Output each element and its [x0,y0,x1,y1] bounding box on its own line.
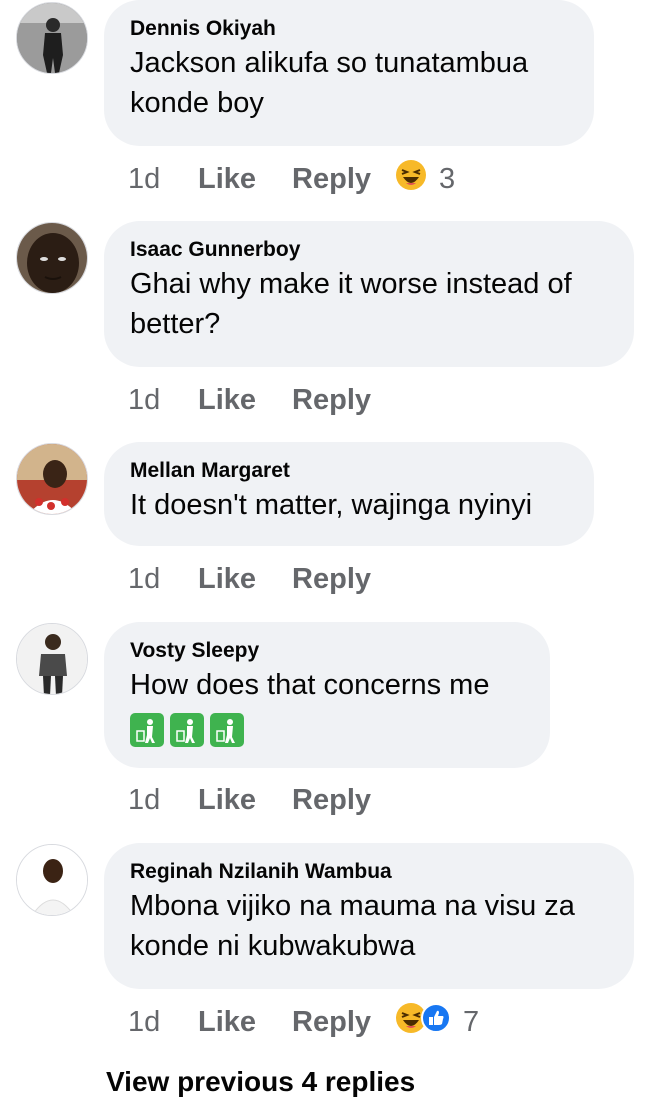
comment-actions: 1d Like Reply [128,559,407,599]
view-previous-replies-link[interactable]: View previous 4 replies [106,1066,415,1098]
like-button[interactable]: Like [198,163,256,196]
like-button[interactable]: Like [198,1006,256,1039]
comment-actions: 1d Like Reply [128,780,407,820]
emoji-row [130,713,524,752]
comment-time[interactable]: 1d [128,1006,198,1039]
like-thumb-icon [421,1003,452,1041]
comment-text: How does that concerns me [130,669,490,701]
comment-bubble: Reginah Nzilanih Wambua Mbona vijiko na … [104,843,634,989]
reaction-count: 3 [439,162,456,195]
comment-time[interactable]: 1d [128,784,198,817]
reply-button[interactable]: Reply [292,163,371,196]
comment-author[interactable]: Vosty Sleepy [130,637,524,665]
like-button[interactable]: Like [198,563,256,596]
comment-bubble: Vosty Sleepy How does that concerns me [104,622,550,768]
litter-bin-icon [210,713,244,752]
comment-actions: 1d Like Reply [128,1002,479,1042]
reply-button[interactable]: Reply [292,1006,371,1039]
comment-bubble: Dennis Okiyah Jackson alikufa so tunatam… [104,0,594,146]
reaction-count: 7 [463,1005,480,1038]
comment-bubble: Isaac Gunnerboy Ghai why make it worse i… [104,221,634,367]
comment-time[interactable]: 1d [128,384,198,417]
comment-bubble: Mellan Margaret It doesn't matter, wajin… [104,442,594,546]
comment-text: Ghai why make it worse instead of better… [130,268,572,340]
avatar[interactable] [16,2,88,74]
comment-text: Jackson alikufa so tunatambua konde boy [130,47,529,119]
comment-actions: 1d Like Reply [128,380,407,420]
reply-button[interactable]: Reply [292,563,371,596]
comment-time[interactable]: 1d [128,163,198,196]
comment-author[interactable]: Dennis Okiyah [130,15,568,43]
reaction-summary[interactable]: 3 [395,159,455,199]
reply-button[interactable]: Reply [292,784,371,817]
comment-author[interactable]: Mellan Margaret [130,457,568,485]
comment-author[interactable]: Reginah Nzilanih Wambua [130,858,608,886]
comment-text: It doesn't matter, wajinga nyinyi [130,489,533,521]
avatar[interactable] [16,623,88,695]
comment-author[interactable]: Isaac Gunnerboy [130,236,608,264]
litter-bin-icon [130,713,164,752]
like-button[interactable]: Like [198,784,256,817]
comment-thread: Dennis Okiyah Jackson alikufa so tunatam… [0,0,672,1120]
litter-bin-icon [170,713,204,752]
avatar[interactable] [16,443,88,515]
comment-actions: 1d Like Reply 3 [128,159,455,199]
laughing-face-icon [395,159,427,199]
like-button[interactable]: Like [198,384,256,417]
comment-text: Mbona vijiko na mauma na visu za konde n… [130,890,575,962]
avatar[interactable] [16,844,88,916]
reply-button[interactable]: Reply [292,384,371,417]
avatar[interactable] [16,222,88,294]
comment-time[interactable]: 1d [128,563,198,596]
reaction-summary[interactable]: 7 [395,1002,479,1042]
